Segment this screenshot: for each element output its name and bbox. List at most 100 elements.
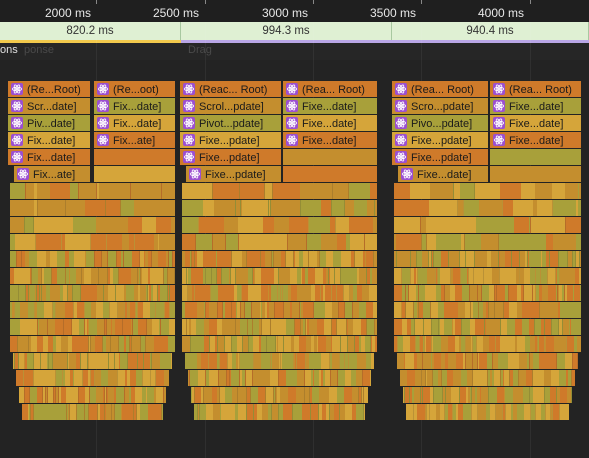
flame-sliver — [420, 336, 423, 352]
flame-sliver — [263, 319, 270, 335]
flame-sliver — [52, 268, 57, 284]
flame-sliver — [221, 404, 228, 420]
flame-sliver — [520, 251, 525, 267]
flame-sliver — [345, 302, 352, 318]
flame-sliver — [548, 268, 554, 284]
flame-sliver — [72, 319, 79, 335]
flame-sliver — [493, 319, 500, 335]
flame-sliver — [330, 353, 332, 369]
flame-sliver — [474, 268, 476, 284]
react-atom-icon — [183, 134, 195, 146]
flame-sliver — [503, 404, 505, 420]
flame-sliver — [203, 200, 214, 216]
flame-sliver — [266, 353, 270, 369]
flame-sliver — [110, 268, 113, 284]
time-ruler[interactable]: 2000 ms 2500 ms 3000 ms 3500 ms 4000 ms — [0, 0, 589, 23]
flame-sliver — [475, 319, 482, 335]
flame-sliver — [504, 285, 505, 301]
flame-sliver — [81, 251, 85, 267]
interactions-track[interactable]: ons ponse Drag — [0, 40, 589, 60]
flame-sliver — [427, 234, 436, 250]
flame-sliver — [464, 200, 479, 216]
flame-sliver — [535, 319, 541, 335]
flame-sliver — [270, 370, 278, 386]
flame-sliver — [182, 217, 198, 233]
flame-sliver — [43, 336, 48, 352]
flame-sliver — [213, 404, 220, 420]
flame-sliver — [549, 217, 565, 233]
flame-sliver — [269, 285, 271, 301]
interaction-bar-response[interactable] — [0, 40, 181, 43]
flame-sliver — [217, 268, 221, 284]
flame-sliver — [475, 387, 477, 403]
flame-sliver — [434, 251, 441, 267]
flame-sliver — [91, 234, 106, 250]
flame-sliver — [371, 336, 372, 352]
flame-block-label: Fixe...date] — [302, 118, 356, 130]
flame-sliver — [106, 200, 120, 216]
flame-sliver — [438, 268, 440, 284]
interaction-bar-drag[interactable] — [181, 40, 589, 43]
flame-sliver — [301, 404, 302, 420]
flame-sliver — [299, 200, 300, 216]
flame-sliver — [158, 268, 163, 284]
flame-sliver — [568, 268, 569, 284]
flame-sliver — [121, 404, 122, 420]
flame-sliver — [515, 319, 522, 335]
flame-chart[interactable]: (Re...Root) Scr...date] Piv...date] Fix...d… — [0, 60, 589, 458]
flame-sliver — [539, 336, 544, 352]
flame-sliver — [321, 200, 331, 216]
flame-sliver — [112, 404, 114, 420]
flame-sliver — [434, 387, 442, 403]
flame-sliver — [501, 370, 503, 386]
react-atom-icon — [395, 117, 407, 129]
flame-sliver — [171, 251, 172, 267]
flame-sliver — [441, 285, 444, 301]
flame-sliver — [455, 336, 459, 352]
flame-sliver — [546, 251, 549, 267]
flame-sliver — [415, 370, 421, 386]
flame-sliver — [159, 234, 175, 250]
flame-sliver — [415, 319, 423, 335]
flame-sliver — [124, 285, 126, 301]
flame-sliver — [87, 370, 88, 386]
flame-sliver — [138, 285, 140, 301]
react-atom-icon — [183, 83, 195, 95]
flame-sliver — [161, 319, 169, 335]
flame-sliver — [513, 404, 517, 420]
flame-block-label: (Rea... Root) — [302, 84, 365, 96]
flame-sliver — [243, 404, 246, 420]
flame-sliver — [490, 268, 492, 284]
flame-sliver — [366, 251, 373, 267]
flame-sliver — [482, 285, 489, 301]
flame-sliver — [22, 387, 24, 403]
flame-sliver — [333, 183, 348, 199]
flame-sliver — [505, 251, 511, 267]
flame-sliver — [68, 336, 72, 352]
flame-sliver — [278, 285, 280, 301]
flame-sliver — [12, 302, 13, 318]
flame-sliver — [476, 217, 498, 233]
flame-sliver — [130, 370, 136, 386]
frame-segment[interactable]: 820.2 ms — [0, 22, 181, 40]
flame-sliver — [191, 387, 192, 403]
flame-sliver — [323, 370, 325, 386]
flame-sliver — [109, 353, 114, 369]
flame-sliver — [544, 370, 551, 386]
flame-sliver — [30, 285, 35, 301]
flame-sliver — [411, 251, 416, 267]
flame-sliver — [414, 353, 417, 369]
flame-sliver — [524, 268, 530, 284]
flame-sliver — [533, 370, 541, 386]
flame-sliver — [240, 183, 264, 199]
flame-sliver — [96, 387, 103, 403]
frame-segment[interactable]: 994.3 ms — [181, 22, 392, 40]
flame-sliver — [241, 302, 244, 318]
flame-sliver — [291, 183, 300, 199]
flame-sliver — [307, 319, 309, 335]
flame-sliver — [450, 285, 455, 301]
flame-sliver — [10, 217, 24, 233]
flame-sliver — [85, 387, 89, 403]
flame-sliver — [578, 183, 579, 199]
flame-sliver — [576, 217, 581, 233]
